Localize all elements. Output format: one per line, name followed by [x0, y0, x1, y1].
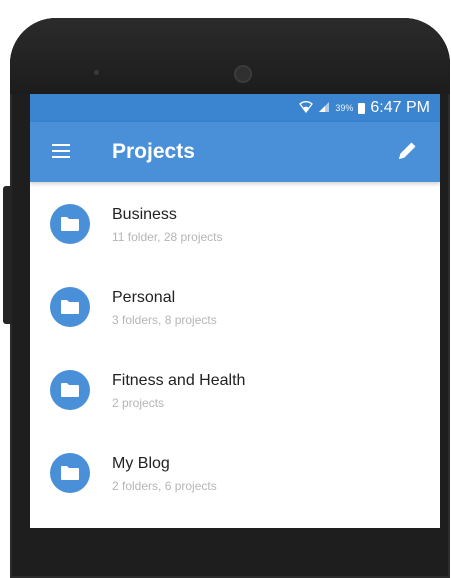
wifi-icon	[299, 100, 314, 116]
list-item[interactable]: Fitness and Health 2 projects	[30, 348, 440, 431]
project-subtitle: 2 folders, 6 projects	[112, 479, 217, 493]
status-time: 6:47 PM	[370, 99, 430, 116]
signal-icon	[318, 100, 330, 116]
project-subtitle: 11 folder, 28 projects	[112, 230, 223, 244]
phone-side-button	[3, 186, 12, 324]
edit-icon[interactable]	[392, 136, 422, 166]
menu-icon[interactable]	[52, 144, 70, 158]
phone-screen: 39% 6:47 PM Projects Business 11 folder,…	[30, 94, 440, 528]
app-bar: Projects	[30, 122, 440, 182]
proximity-sensor	[94, 70, 99, 75]
phone-top-bezel	[10, 18, 450, 94]
project-title: My Blog	[112, 455, 170, 472]
list-item[interactable]: Personal 3 folders, 8 projects	[30, 265, 440, 348]
folder-icon	[50, 204, 90, 244]
front-camera	[234, 65, 252, 83]
folder-icon	[50, 287, 90, 327]
list-item[interactable]: Business 11 folder, 28 projects	[30, 182, 440, 265]
folder-icon	[50, 370, 90, 410]
project-title: Business	[112, 206, 177, 223]
page-title: Projects	[112, 140, 195, 163]
project-subtitle: 2 projects	[112, 396, 165, 410]
project-title: Personal	[112, 289, 176, 306]
project-subtitle: 3 folders, 8 projects	[112, 313, 217, 327]
list-item[interactable]: My Blog 2 folders, 6 projects	[30, 431, 440, 514]
project-title: Fitness and Health	[112, 372, 246, 389]
folder-icon	[50, 453, 90, 493]
status-bar: 39% 6:47 PM	[30, 94, 440, 122]
battery-icon	[358, 102, 366, 114]
projects-list: Business 11 folder, 28 projects Personal…	[30, 182, 440, 514]
battery-percent: 39%	[335, 103, 354, 113]
